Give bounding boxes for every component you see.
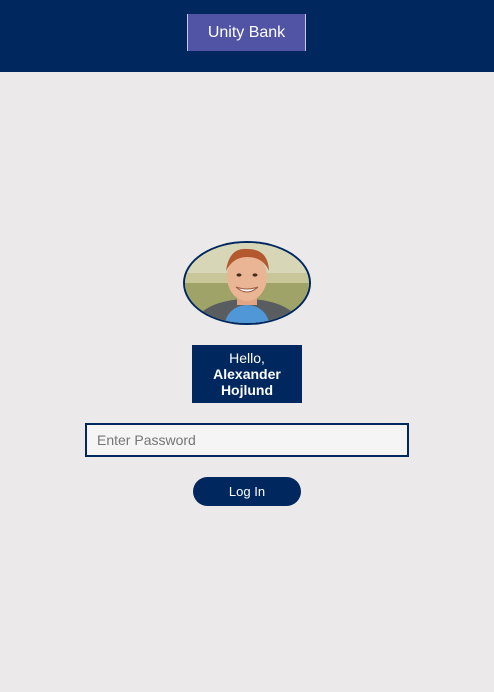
greeting-text: Hello, [229, 350, 265, 366]
user-photo [185, 243, 309, 323]
bank-brand-label: Unity Bank [207, 23, 286, 41]
greeting-card: Hello, Alexander Hojlund [192, 345, 302, 403]
login-button[interactable]: Log In [193, 477, 301, 506]
user-avatar [183, 241, 311, 325]
password-input[interactable] [85, 423, 409, 457]
user-first-name: Alexander [213, 366, 281, 382]
bank-brand-button[interactable]: Unity Bank [187, 14, 306, 51]
top-header-bar: Unity Bank [0, 0, 494, 72]
user-last-name: Hojlund [220, 382, 274, 398]
